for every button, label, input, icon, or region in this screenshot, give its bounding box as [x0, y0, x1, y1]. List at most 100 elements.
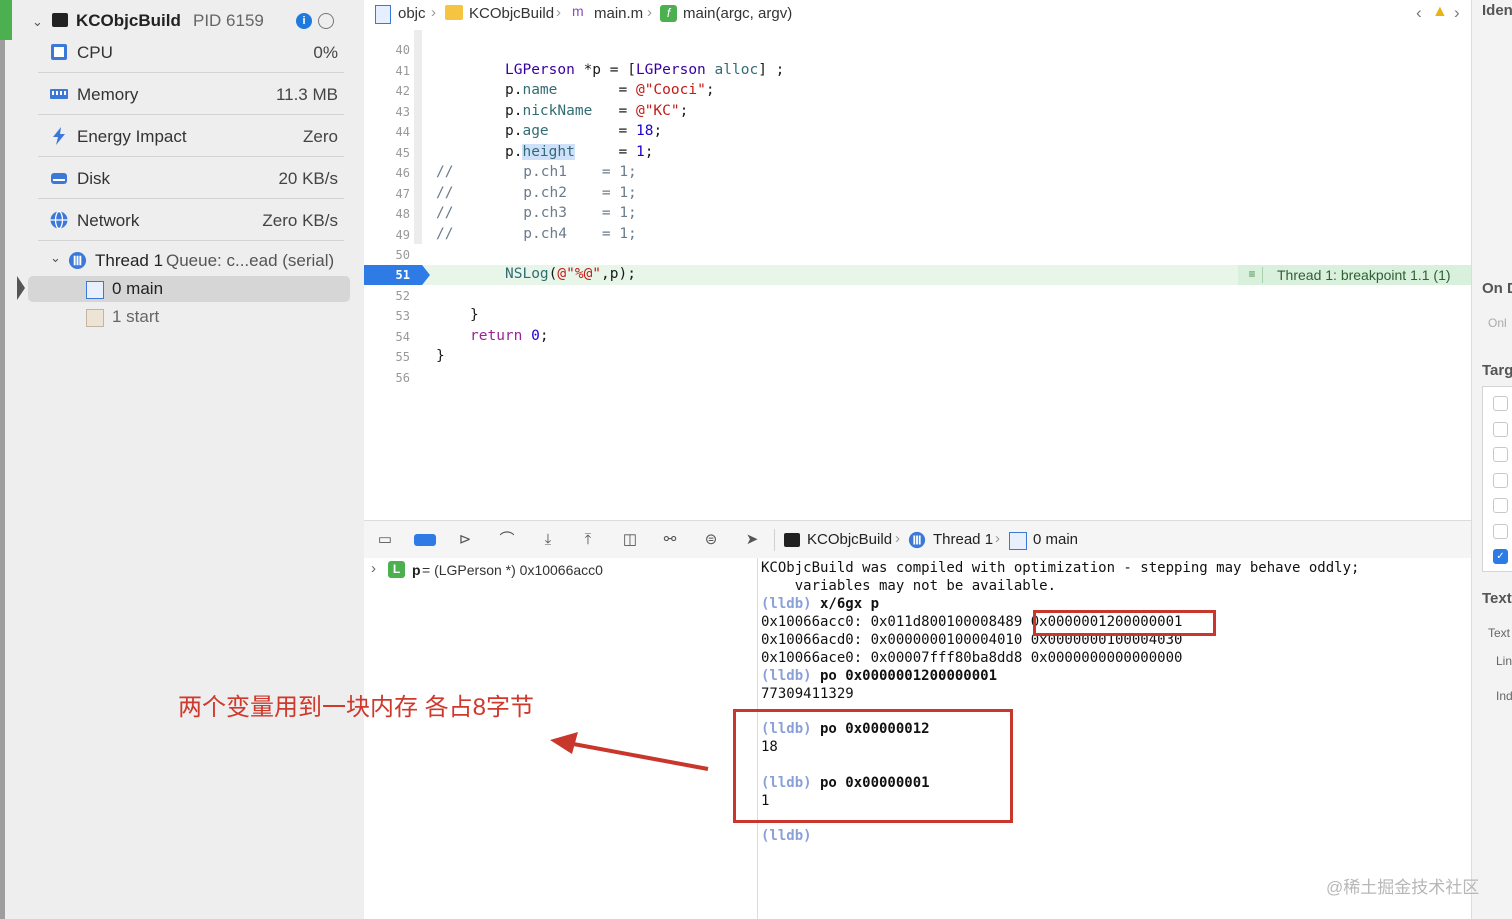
chevron-right-icon[interactable]: ›: [371, 560, 376, 577]
code-token: return: [470, 328, 523, 344]
breadcrumb-file[interactable]: main.m: [594, 5, 643, 22]
warning-icon[interactable]: ▲: [1432, 3, 1448, 21]
gauge-cpu[interactable]: CPU 0%: [38, 32, 344, 73]
gauge-label: CPU: [77, 43, 113, 62]
code-token: p.: [505, 144, 523, 160]
target-checkbox[interactable]: [1493, 422, 1508, 437]
inspector-section-title: On D: [1482, 280, 1512, 297]
line-number: 53: [395, 309, 410, 323]
target-checkbox[interactable]: [1493, 498, 1508, 513]
step-out-icon[interactable]: ⤒: [579, 531, 597, 549]
watermark: @稀土掘金技术社区: [1326, 878, 1480, 897]
gauge-label: Memory: [77, 85, 139, 104]
chevron-left-icon[interactable]: ‹: [1416, 3, 1422, 23]
variable-value: = (LGPerson *) 0x10066acc0: [422, 562, 603, 578]
code-line-45: p.height = 1;: [505, 144, 653, 160]
inspector-section-title: Iden: [1482, 2, 1512, 19]
code-line-41: LGPerson *p = [LGPerson alloc] ;: [505, 62, 784, 78]
target-checkbox[interactable]: [1493, 447, 1508, 462]
gauge-energy[interactable]: Energy Impact Zero: [38, 116, 344, 157]
function-icon: f: [660, 5, 677, 22]
code-token: =: [557, 82, 636, 98]
thread-label: Thread 1: [95, 251, 164, 270]
frame-row-main[interactable]: 0 main: [28, 276, 350, 302]
continue-icon[interactable]: ⊳: [456, 531, 474, 549]
breadcrumb-objc[interactable]: objc: [398, 5, 426, 22]
target-checkbox[interactable]: [1493, 524, 1508, 539]
code-line-43: p.nickName = @"KC";: [505, 103, 688, 119]
lldb-prompt: (lldb): [761, 828, 812, 844]
list-icon: ≡: [1242, 267, 1263, 283]
debug-bar: ▭ ⊳ ⌒ ⤓ ⤒ ◫ ⚯ ⊜ ➤ KCObjcBuild › Thread 1…: [364, 520, 1471, 560]
info-icon[interactable]: i: [296, 13, 312, 29]
thread-row[interactable]: ⌄ Thread 1 Queue: c...ead (serial): [48, 249, 348, 273]
simulate-location-icon[interactable]: ➤: [743, 531, 761, 549]
code-token: *p = [: [574, 62, 636, 78]
console-warning: KCObjcBuild was compiled with optimizati…: [761, 560, 1360, 576]
frame-pointer-icon: [17, 276, 25, 300]
code-token: age: [522, 123, 549, 139]
variable-name[interactable]: p: [412, 562, 421, 578]
command-text: po 0x0000001200000001: [811, 668, 998, 684]
line-number: 54: [395, 330, 410, 344]
chevron-down-icon[interactable]: ⌄: [32, 14, 43, 30]
code-line-47: // p.ch2 = 1;: [436, 185, 637, 201]
sidebar-edge: [0, 40, 5, 919]
breakpoint-annotation[interactable]: ≡ Thread 1: breakpoint 1.1 (1): [1238, 265, 1471, 285]
chevron-right-icon[interactable]: ›: [1454, 3, 1460, 23]
thread-icon: [68, 251, 87, 270]
gauge-value: Zero KB/s: [262, 211, 338, 230]
line-number-current: 51: [395, 268, 410, 282]
step-over-icon[interactable]: ⌒: [498, 531, 516, 549]
view-hierarchy-icon[interactable]: ◫: [621, 531, 639, 549]
local-variable-icon: L: [388, 561, 405, 578]
chevron-right-icon: ›: [647, 4, 652, 21]
gauge-network[interactable]: Network Zero KB/s: [38, 200, 344, 241]
hide-debug-area-icon[interactable]: ▭: [376, 531, 394, 549]
gauge-label: Network: [77, 211, 140, 230]
line-number: 41: [395, 64, 410, 78]
gauge-memory[interactable]: Memory 11.3 MB: [38, 74, 344, 115]
gauge-disk[interactable]: Disk 20 KB/s: [38, 158, 344, 199]
inspector-field: Ind: [1496, 689, 1512, 703]
debug-crumb-thread[interactable]: Thread 1: [933, 531, 993, 548]
energy-icon: [53, 127, 65, 145]
code-token: ,p);: [601, 266, 636, 282]
target-checkbox[interactable]: [1493, 396, 1508, 411]
code-token: p.: [505, 123, 523, 139]
code-token: ;: [644, 144, 654, 160]
source-editor[interactable]: 40 41 42 43 44 45 46 47 48 49 50 51 52 5…: [364, 30, 1471, 520]
pause-icon[interactable]: [318, 13, 334, 29]
line-number: 49: [395, 228, 410, 242]
debug-crumb-process[interactable]: KCObjcBuild: [807, 531, 892, 548]
code-token: ;: [705, 82, 715, 98]
code-token: @"%@": [557, 266, 602, 282]
breadcrumb-function[interactable]: main(argc, argv): [683, 5, 792, 22]
console-output: 77309411329: [761, 686, 854, 702]
lldb-prompt: (lldb): [761, 668, 812, 684]
terminal-icon: [52, 13, 68, 27]
chevron-down-icon[interactable]: ⌄: [50, 250, 61, 266]
breakpoints-toggle-icon[interactable]: [414, 534, 436, 546]
console-input-line[interactable]: (lldb): [761, 828, 812, 844]
code-token: ;: [653, 123, 663, 139]
memory-graph-icon[interactable]: ⚯: [661, 531, 679, 549]
line-number: 43: [395, 105, 410, 119]
breadcrumb-target[interactable]: KCObjcBuild: [469, 5, 554, 22]
debug-crumb-frame[interactable]: 0 main: [1033, 531, 1078, 548]
target-checkbox[interactable]: [1493, 473, 1508, 488]
line-number: 40: [395, 43, 410, 57]
frame-row-start[interactable]: 1 start: [28, 304, 350, 330]
code-token: @"Cooci": [635, 82, 706, 98]
checkmark-icon[interactable]: ✓: [1493, 549, 1508, 564]
lldb-prompt: (lldb): [761, 596, 812, 612]
line-number: 52: [395, 289, 410, 303]
code-token: alloc: [714, 62, 759, 78]
code-line-44: p.age = 18;: [505, 123, 662, 139]
gauge-value: 0%: [313, 43, 338, 62]
environment-overrides-icon[interactable]: ⊜: [702, 531, 720, 549]
step-into-icon[interactable]: ⤓: [539, 531, 557, 549]
code-token: p.: [505, 103, 523, 119]
inspector-field[interactable]: Onl: [1488, 316, 1507, 330]
